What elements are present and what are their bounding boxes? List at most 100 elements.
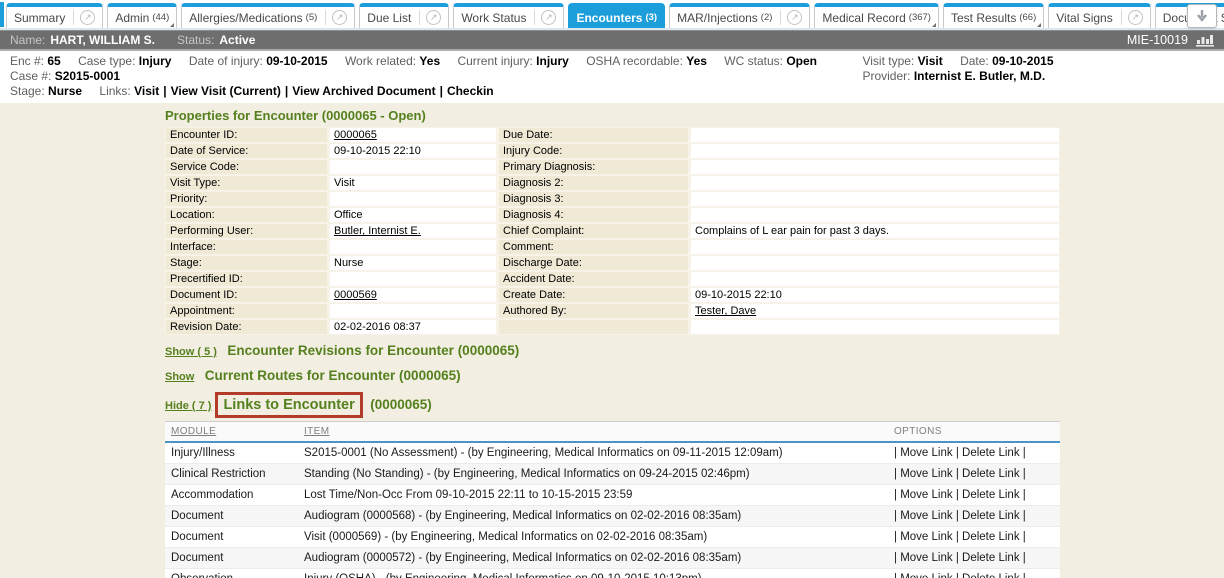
item-column-header[interactable]: ITEM: [304, 426, 330, 437]
tab-label: Admin: [115, 11, 149, 25]
prop-label: Create Date:: [499, 288, 688, 302]
field-value: Internist E. Butler, M.D.: [914, 69, 1045, 83]
prop-value-authored-by-link[interactable]: Tester, Dave: [691, 304, 1059, 318]
move-link[interactable]: Move Link: [900, 573, 952, 578]
move-link[interactable]: Move Link: [900, 468, 952, 480]
module-cell: Document: [165, 527, 298, 548]
show-routes-toggle[interactable]: Show: [165, 371, 194, 383]
annotation-highlight-box: Links to Encounter: [215, 392, 362, 418]
tab-vital-signs[interactable]: Vital Signs ↗: [1048, 3, 1150, 28]
module-column-header[interactable]: MODULE: [171, 426, 216, 437]
prop-value: [691, 192, 1059, 206]
popout-icon[interactable]: ↗: [426, 10, 441, 25]
tab-encounters[interactable]: Encounters (3): [568, 3, 665, 28]
delete-link[interactable]: Delete Link: [962, 531, 1020, 543]
tab-mar-injections[interactable]: MAR/Injections (2) ↗: [669, 3, 810, 28]
tab-label: Vital Signs: [1056, 11, 1112, 25]
move-link[interactable]: Move Link: [900, 489, 952, 501]
delete-link[interactable]: Delete Link: [962, 510, 1020, 522]
field-value: S2015-0001: [55, 69, 120, 83]
prop-value: [691, 256, 1059, 270]
field-label: Current injury:: [457, 54, 532, 68]
show-revisions-toggle[interactable]: Show ( 5 ): [165, 346, 217, 358]
link-checkin[interactable]: Checkin: [447, 84, 494, 98]
move-link[interactable]: Move Link: [900, 447, 952, 459]
tab-label: Due List: [367, 11, 411, 25]
prop-label: Service Code:: [166, 160, 327, 174]
prop-label: Location:: [166, 208, 327, 222]
tab-due-list[interactable]: Due List ↗: [359, 3, 449, 28]
field-value: 65: [47, 54, 60, 68]
field-value: Visit: [918, 54, 943, 68]
name-label: Name:: [10, 33, 45, 47]
prop-label: Authored By:: [499, 304, 688, 318]
routes-title: Current Routes for Encounter (0000065): [205, 368, 461, 383]
links-title-suffix: (0000065): [370, 397, 432, 412]
table-row: Injury/Illness S2015-0001 (No Assessment…: [165, 442, 1060, 464]
tab-count: (367): [909, 12, 931, 23]
delete-link[interactable]: Delete Link: [962, 489, 1020, 501]
links-section-header: Hide ( 7 ) Links to Encounter (0000065): [165, 392, 1224, 418]
item-cell: Audiogram (0000568) - (by Engineering, M…: [298, 506, 888, 527]
table-row: Accommodation Lost Time/Non-Occ From 09-…: [165, 485, 1060, 506]
move-link[interactable]: Move Link: [900, 510, 952, 522]
prop-value: [691, 176, 1059, 190]
popout-icon[interactable]: ↗: [787, 10, 802, 25]
item-cell: Audiogram (0000572) - (by Engineering, M…: [298, 548, 888, 569]
table-row: Clinical Restriction Standing (No Standi…: [165, 464, 1060, 485]
popout-icon[interactable]: ↗: [1128, 10, 1143, 25]
popout-icon[interactable]: ↗: [332, 10, 347, 25]
prop-label: Diagnosis 3:: [499, 192, 688, 206]
tab-divider: [325, 10, 326, 25]
tab-count: (44): [152, 12, 169, 23]
field-label: Enc #:: [10, 54, 44, 68]
delete-link[interactable]: Delete Link: [962, 447, 1020, 459]
prop-label: Visit Type:: [166, 176, 327, 190]
prop-value-performing-user-link[interactable]: Butler, Internist E.: [330, 224, 496, 238]
tab-admin[interactable]: Admin (44): [107, 3, 177, 28]
options-cell: | Move Link | Delete Link |: [888, 506, 1060, 527]
popout-icon[interactable]: ↗: [541, 10, 556, 25]
submenu-fold-icon: [932, 23, 936, 27]
table-header-row: MODULE ITEM OPTIONS: [165, 422, 1060, 443]
tab-allergies-medications[interactable]: Allergies/Medications (5) ↗: [181, 3, 355, 28]
table-row: Document Visit (0000569) - (by Engineeri…: [165, 527, 1060, 548]
chart-icon[interactable]: [1196, 33, 1214, 47]
move-link[interactable]: Move Link: [900, 531, 952, 543]
prop-label: Document ID:: [166, 288, 327, 302]
prop-value: [691, 208, 1059, 222]
tab-medical-record[interactable]: Medical Record (367): [814, 3, 939, 28]
download-button[interactable]: [1187, 4, 1217, 28]
hide-links-toggle[interactable]: Hide ( 7 ): [165, 400, 211, 412]
move-link[interactable]: Move Link: [900, 552, 952, 564]
field-value: Yes: [686, 54, 707, 68]
prop-label: Performing User:: [166, 224, 327, 238]
tab-test-results[interactable]: Test Results (66): [943, 3, 1044, 28]
link-visit[interactable]: Visit: [134, 84, 159, 98]
popout-icon[interactable]: ↗: [80, 10, 95, 25]
prop-value-encounter-id-link[interactable]: 0000065: [330, 128, 496, 142]
tab-work-status[interactable]: Work Status ↗: [453, 3, 564, 28]
tab-count: (5): [306, 12, 318, 23]
tab-summary[interactable]: Summary ↗: [6, 3, 103, 28]
tab-label: Test Results: [951, 11, 1016, 25]
link-view-visit-current[interactable]: View Visit (Current): [171, 84, 281, 98]
prop-value-document-id-link[interactable]: 0000569: [330, 288, 496, 302]
links-label: Links:: [99, 84, 130, 98]
delete-link[interactable]: Delete Link: [962, 573, 1020, 578]
prop-label: Revision Date:: [166, 320, 327, 334]
patient-bar: Name: HART, WILLIAM S. Status: Active MI…: [0, 30, 1224, 51]
tab-label: MAR/Injections: [677, 11, 758, 25]
field-value: Injury: [139, 54, 172, 68]
delete-link[interactable]: Delete Link: [962, 468, 1020, 480]
tab-count: (66): [1019, 12, 1036, 23]
delete-link[interactable]: Delete Link: [962, 552, 1020, 564]
prop-value-chief-complaint: Complains of L ear pain for past 3 days.: [691, 224, 1059, 238]
prop-value: [691, 272, 1059, 286]
links-title: Links to Encounter: [223, 397, 354, 413]
prop-value: Nurse: [330, 256, 496, 270]
module-cell: Accommodation: [165, 485, 298, 506]
link-view-archived-document[interactable]: View Archived Document: [292, 84, 435, 98]
options-cell: | Move Link | Delete Link |: [888, 527, 1060, 548]
prop-label: Injury Code:: [499, 144, 688, 158]
